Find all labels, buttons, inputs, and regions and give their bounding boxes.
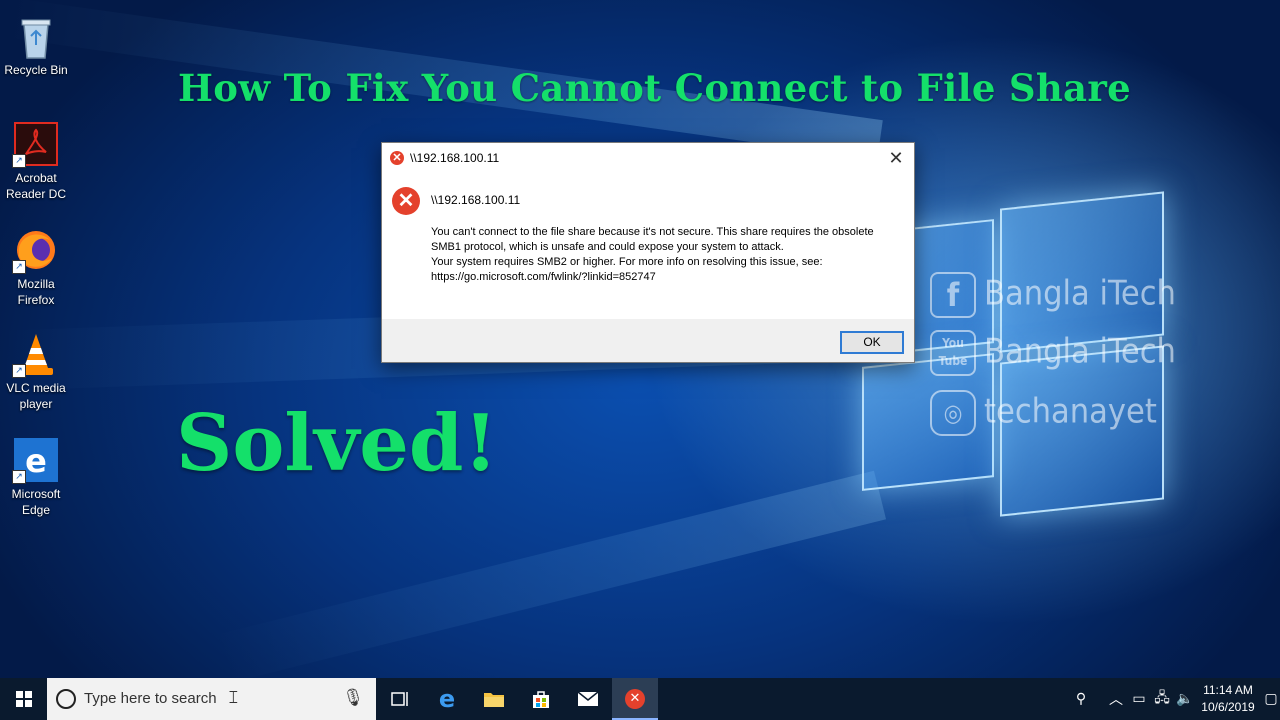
task-view-icon — [391, 692, 408, 706]
recycle-bin-icon — [14, 14, 58, 59]
folder-icon — [484, 693, 504, 707]
show-hidden-icons-button[interactable]: ︿ — [1104, 678, 1128, 720]
error-icon: ✕ — [392, 187, 420, 215]
watermark-text: Bangla iTech — [984, 331, 1176, 372]
firefox-icon: ↗ — [12, 228, 58, 274]
shortcut-arrow-icon: ↗ — [12, 364, 26, 378]
dialog-message-line: SMB1 protocol, which is unsafe and could… — [431, 241, 784, 253]
shortcut-arrow-icon: ↗ — [12, 470, 26, 484]
edge-icon: e — [438, 685, 456, 713]
people-button[interactable]: ⚲ — [1068, 678, 1094, 720]
network-icon: 🖧 — [1154, 690, 1170, 706]
chevron-up-icon: ︿ — [1109, 692, 1123, 708]
desktop-icon-label: Reader DC — [5, 187, 67, 201]
taskbar-store-button[interactable] — [518, 678, 564, 720]
ok-button[interactable]: OK — [840, 331, 904, 354]
dialog-message-line: You can't connect to the file share beca… — [431, 226, 874, 238]
desktop-icon-vlc[interactable]: ↗ VLC media player — [0, 332, 72, 412]
battery-button[interactable]: ▭ — [1128, 678, 1150, 720]
dialog-heading: \\192.168.100.11 — [431, 193, 521, 207]
desktop-icon-label: VLC media — [6, 381, 66, 395]
desktop-icon-firefox[interactable]: ↗ Mozilla Firefox — [0, 228, 72, 308]
taskbar-clock[interactable]: 11:14 AM 10/6/2019 — [1196, 682, 1260, 716]
dialog-titlebar[interactable]: ✕ \\192.168.100.11 — [382, 143, 914, 173]
desktop-icon-label: Edge — [21, 503, 51, 517]
mail-icon — [577, 691, 599, 706]
taskbar-mail-button[interactable] — [565, 678, 611, 720]
light-beam — [214, 470, 887, 678]
microphone-icon[interactable]: 🎙 — [342, 688, 364, 708]
desktop-icon-recycle-bin[interactable]: Recycle Bin — [0, 14, 72, 78]
svg-text:e: e — [25, 442, 47, 480]
taskbar: Type here to search 𝙸 🎙 e ✕ ⚲ ︿ ▭ 🖧 🔈 11… — [0, 678, 1280, 720]
youtube-icon: You Tube — [930, 330, 976, 376]
error-icon: ✕ — [625, 689, 645, 709]
taskbar-edge-button[interactable]: e — [424, 678, 470, 720]
action-center-button[interactable]: ▢ — [1262, 678, 1280, 720]
speaker-icon: 🔈 — [1176, 691, 1194, 707]
dialog-message: You can't connect to the file share beca… — [431, 225, 901, 285]
desktop-icon-label: Acrobat — [15, 171, 57, 185]
desktop-icon-label: Recycle Bin — [4, 63, 68, 77]
desktop-icon-label: player — [19, 397, 53, 411]
watermark-youtube: You Tube Bangla iTech — [930, 330, 1176, 376]
dialog-message-line: Your system requires SMB2 or higher. For… — [431, 256, 823, 268]
shortcut-arrow-icon: ↗ — [12, 154, 26, 168]
network-button[interactable]: 🖧 — [1150, 678, 1174, 720]
text-cursor-icon: 𝙸 — [227, 687, 240, 708]
desktop-icon-label: Microsoft — [11, 487, 61, 501]
watermark-text: techanayet — [984, 391, 1157, 432]
desktop-icon-edge[interactable]: e ↗ Microsoft Edge — [0, 438, 72, 518]
facebook-icon: f — [930, 272, 976, 318]
dialog-title: \\192.168.100.11 — [410, 151, 500, 165]
cortana-icon — [56, 689, 76, 709]
desktop-icon-label: Mozilla — [17, 277, 55, 291]
edge-icon: e ↗ — [12, 438, 58, 484]
volume-button[interactable]: 🔈 — [1174, 678, 1196, 720]
windows-start-icon — [15, 691, 32, 707]
dialog-footer: OK — [382, 319, 914, 362]
acrobat-reader-icon: ↗ — [12, 122, 58, 168]
instagram-icon: ◎ — [930, 390, 976, 436]
close-button[interactable]: ✕ — [886, 148, 906, 168]
watermark-facebook: f Bangla iTech — [930, 272, 1176, 318]
taskbar-error-dialog-button[interactable]: ✕ — [612, 678, 658, 720]
shortcut-arrow-icon: ↗ — [12, 260, 26, 274]
taskbar-search-box[interactable]: Type here to search 𝙸 🎙 — [47, 678, 376, 720]
dialog-body: ✕ \\192.168.100.11 You can't connect to … — [382, 173, 914, 318]
clock-date: 10/6/2019 — [1201, 700, 1255, 714]
watermark-instagram: ◎ techanayet — [930, 390, 1157, 436]
start-button[interactable] — [0, 678, 47, 720]
error-dialog: ✕ \\192.168.100.11 ✕ ✕ \\192.168.100.11 … — [381, 142, 915, 363]
error-icon: ✕ — [390, 151, 404, 165]
task-view-button[interactable] — [376, 678, 422, 720]
people-icon: ⚲ — [1075, 691, 1087, 707]
vlc-cone-icon: ↗ — [12, 332, 58, 378]
desktop-icon-label: Firefox — [17, 293, 55, 307]
battery-icon: ▭ — [1132, 691, 1146, 707]
video-headline: How To Fix You Cannot Connect to File Sh… — [178, 66, 1131, 110]
watermark-text: Bangla iTech — [984, 273, 1176, 314]
search-placeholder: Type here to search — [84, 690, 217, 707]
store-bag-icon — [533, 691, 549, 708]
desktop-icon-acrobat-reader[interactable]: ↗ Acrobat Reader DC — [0, 122, 72, 202]
notification-icon: ▢ — [1264, 691, 1278, 707]
clock-time: 11:14 AM — [1203, 683, 1253, 697]
taskbar-file-explorer-button[interactable] — [471, 678, 517, 720]
solved-text: Solved! — [176, 398, 498, 489]
dialog-message-line: https://go.microsoft.com/fwlink/?linkid=… — [431, 271, 656, 283]
